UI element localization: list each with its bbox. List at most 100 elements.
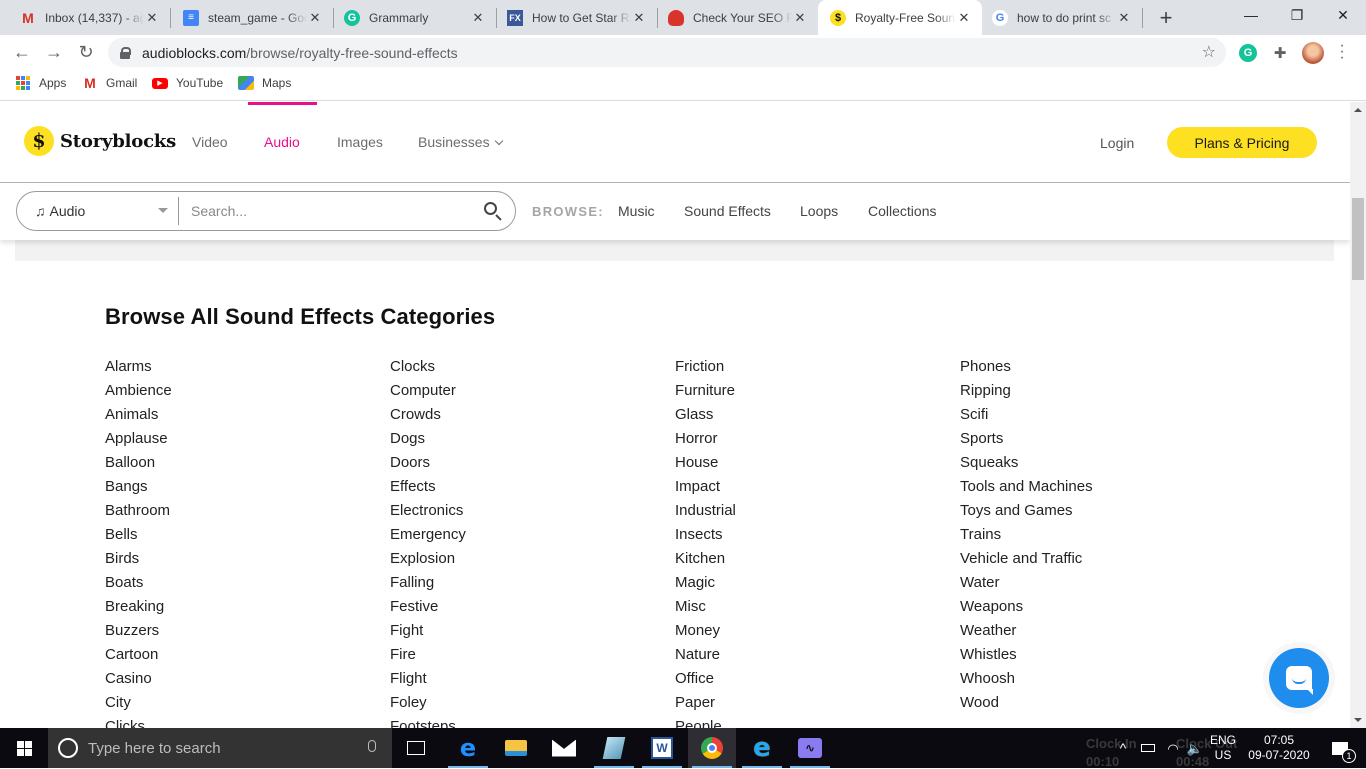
category-link[interactable]: Fire bbox=[390, 644, 650, 668]
category-link[interactable]: Weapons bbox=[960, 596, 1220, 620]
category-link[interactable]: Furniture bbox=[675, 380, 935, 404]
bookmark-youtube[interactable]: ▶ YouTube bbox=[152, 76, 223, 90]
category-link[interactable]: House bbox=[675, 452, 935, 476]
action-center-button[interactable]: 1 bbox=[1320, 728, 1360, 768]
category-link[interactable]: Nature bbox=[675, 644, 935, 668]
extensions-puzzle-icon[interactable]: ✚ bbox=[1271, 44, 1289, 62]
category-link[interactable]: Bathroom bbox=[105, 500, 365, 524]
category-link[interactable]: Clicks bbox=[105, 716, 365, 728]
back-button[interactable]: ← bbox=[9, 40, 35, 64]
search-input[interactable] bbox=[179, 197, 475, 225]
category-link[interactable]: Breaking bbox=[105, 596, 365, 620]
category-link[interactable]: Boats bbox=[105, 572, 365, 596]
close-tab-icon[interactable]: ✕ bbox=[1116, 10, 1132, 26]
category-link[interactable]: Applause bbox=[105, 428, 365, 452]
scroll-down-arrow[interactable] bbox=[1354, 718, 1362, 722]
tab-print-screen-search[interactable]: G how to do print sc ✕ bbox=[982, 0, 1142, 35]
category-link[interactable]: Birds bbox=[105, 548, 365, 572]
taskbar-file-explorer[interactable] bbox=[492, 728, 540, 768]
category-link[interactable]: Crowds bbox=[390, 404, 650, 428]
clock[interactable]: 07:05 09-07-2020 bbox=[1242, 728, 1316, 768]
nav-images[interactable]: Images bbox=[337, 134, 383, 150]
close-tab-icon[interactable]: ✕ bbox=[792, 10, 808, 26]
category-link[interactable]: Fight bbox=[390, 620, 650, 644]
address-bar[interactable]: audioblocks.com/browse/royalty-free-soun… bbox=[108, 38, 1226, 67]
bookmark-apps[interactable]: Apps bbox=[15, 76, 66, 90]
taskbar-mail[interactable] bbox=[540, 728, 588, 768]
category-link[interactable]: Balloon bbox=[105, 452, 365, 476]
bookmark-star-icon[interactable]: ☆ bbox=[1202, 42, 1216, 62]
category-link[interactable]: Falling bbox=[390, 572, 650, 596]
category-link[interactable]: Money bbox=[675, 620, 935, 644]
category-link[interactable]: People bbox=[675, 716, 935, 728]
start-button[interactable] bbox=[0, 728, 48, 768]
tab-royalty-free-sound[interactable]: $ Royalty-Free Soun ✕ bbox=[818, 0, 982, 35]
storyblocks-logo[interactable]: $ Storyblocks bbox=[24, 126, 176, 156]
category-link[interactable]: Misc bbox=[675, 596, 935, 620]
category-link[interactable]: Phones bbox=[960, 356, 1220, 380]
category-link[interactable]: Scifi bbox=[960, 404, 1220, 428]
category-link[interactable]: Explosion bbox=[390, 548, 650, 572]
show-hidden-icons-button[interactable]: ^ bbox=[1114, 728, 1132, 768]
browse-collections[interactable]: Collections bbox=[868, 203, 936, 219]
category-link[interactable]: Office bbox=[675, 668, 935, 692]
category-link[interactable]: Ambience bbox=[105, 380, 365, 404]
tab-steam-game-doc[interactable]: ≡ steam_game - Goo ✕ bbox=[171, 0, 333, 35]
close-window-button[interactable]: ✕ bbox=[1320, 0, 1366, 30]
nav-audio[interactable]: Audio bbox=[264, 134, 300, 150]
restore-button[interactable]: ❐ bbox=[1274, 0, 1320, 30]
category-link[interactable]: Weather bbox=[960, 620, 1220, 644]
close-tab-icon[interactable]: ✕ bbox=[470, 10, 486, 26]
taskbar-search-box[interactable]: Type here to search bbox=[48, 728, 392, 768]
close-tab-icon[interactable]: ✕ bbox=[956, 10, 972, 26]
category-link[interactable]: Buzzers bbox=[105, 620, 365, 644]
category-link[interactable]: Vehicle and Traffic bbox=[960, 548, 1220, 572]
category-link[interactable]: Paper bbox=[675, 692, 935, 716]
media-type-select[interactable]: ♫ Audio bbox=[17, 197, 179, 225]
category-link[interactable]: Glass bbox=[675, 404, 935, 428]
minimize-button[interactable]: — bbox=[1228, 0, 1274, 30]
category-link[interactable]: Dogs bbox=[390, 428, 650, 452]
category-link[interactable]: Casino bbox=[105, 668, 365, 692]
taskbar-internet-explorer[interactable]: e bbox=[738, 728, 786, 768]
page-scrollbar[interactable] bbox=[1350, 102, 1366, 728]
volume-icon[interactable]: 🔈 bbox=[1184, 728, 1206, 768]
close-tab-icon[interactable]: ✕ bbox=[631, 10, 647, 26]
category-link[interactable]: Magic bbox=[675, 572, 935, 596]
category-link[interactable]: Industrial bbox=[675, 500, 935, 524]
category-link[interactable]: Friction bbox=[675, 356, 935, 380]
category-link[interactable]: Whistles bbox=[960, 644, 1220, 668]
scroll-up-arrow[interactable] bbox=[1354, 108, 1362, 112]
category-link[interactable]: Tools and Machines bbox=[960, 476, 1220, 500]
category-link[interactable]: City bbox=[105, 692, 365, 716]
category-link[interactable]: Bangs bbox=[105, 476, 365, 500]
chat-launcher-button[interactable] bbox=[1269, 648, 1329, 708]
category-link[interactable]: Wood bbox=[960, 692, 1220, 716]
forward-button[interactable]: → bbox=[41, 40, 67, 64]
category-link[interactable]: Emergency bbox=[390, 524, 650, 548]
scrollbar-thumb[interactable] bbox=[1352, 198, 1364, 280]
login-link[interactable]: Login bbox=[1100, 135, 1134, 151]
tab-star-ratings[interactable]: FX How to Get Star Ra ✕ bbox=[497, 0, 657, 35]
category-link[interactable]: Water bbox=[960, 572, 1220, 596]
category-link[interactable]: Computer bbox=[390, 380, 650, 404]
bookmark-gmail[interactable]: M Gmail bbox=[82, 75, 137, 91]
new-tab-button[interactable]: + bbox=[1154, 5, 1178, 31]
category-link[interactable]: Doors bbox=[390, 452, 650, 476]
taskbar-notepad[interactable] bbox=[590, 728, 638, 768]
category-link[interactable]: Clocks bbox=[390, 356, 650, 380]
profile-avatar[interactable] bbox=[1302, 42, 1324, 64]
category-link[interactable]: Insects bbox=[675, 524, 935, 548]
nav-video[interactable]: Video bbox=[192, 134, 228, 150]
category-link[interactable]: Toys and Games bbox=[960, 500, 1220, 524]
taskbar-chrome[interactable] bbox=[688, 728, 736, 768]
category-link[interactable]: Festive bbox=[390, 596, 650, 620]
category-link[interactable]: Sports bbox=[960, 428, 1220, 452]
language-indicator[interactable]: ENG US bbox=[1206, 728, 1240, 768]
taskbar-word[interactable]: W bbox=[638, 728, 686, 768]
category-link[interactable]: Kitchen bbox=[675, 548, 935, 572]
search-button[interactable] bbox=[475, 197, 515, 225]
url-text[interactable]: audioblocks.com/browse/royalty-free-soun… bbox=[142, 45, 458, 61]
category-link[interactable]: Whoosh bbox=[960, 668, 1220, 692]
category-link[interactable]: Horror bbox=[675, 428, 935, 452]
